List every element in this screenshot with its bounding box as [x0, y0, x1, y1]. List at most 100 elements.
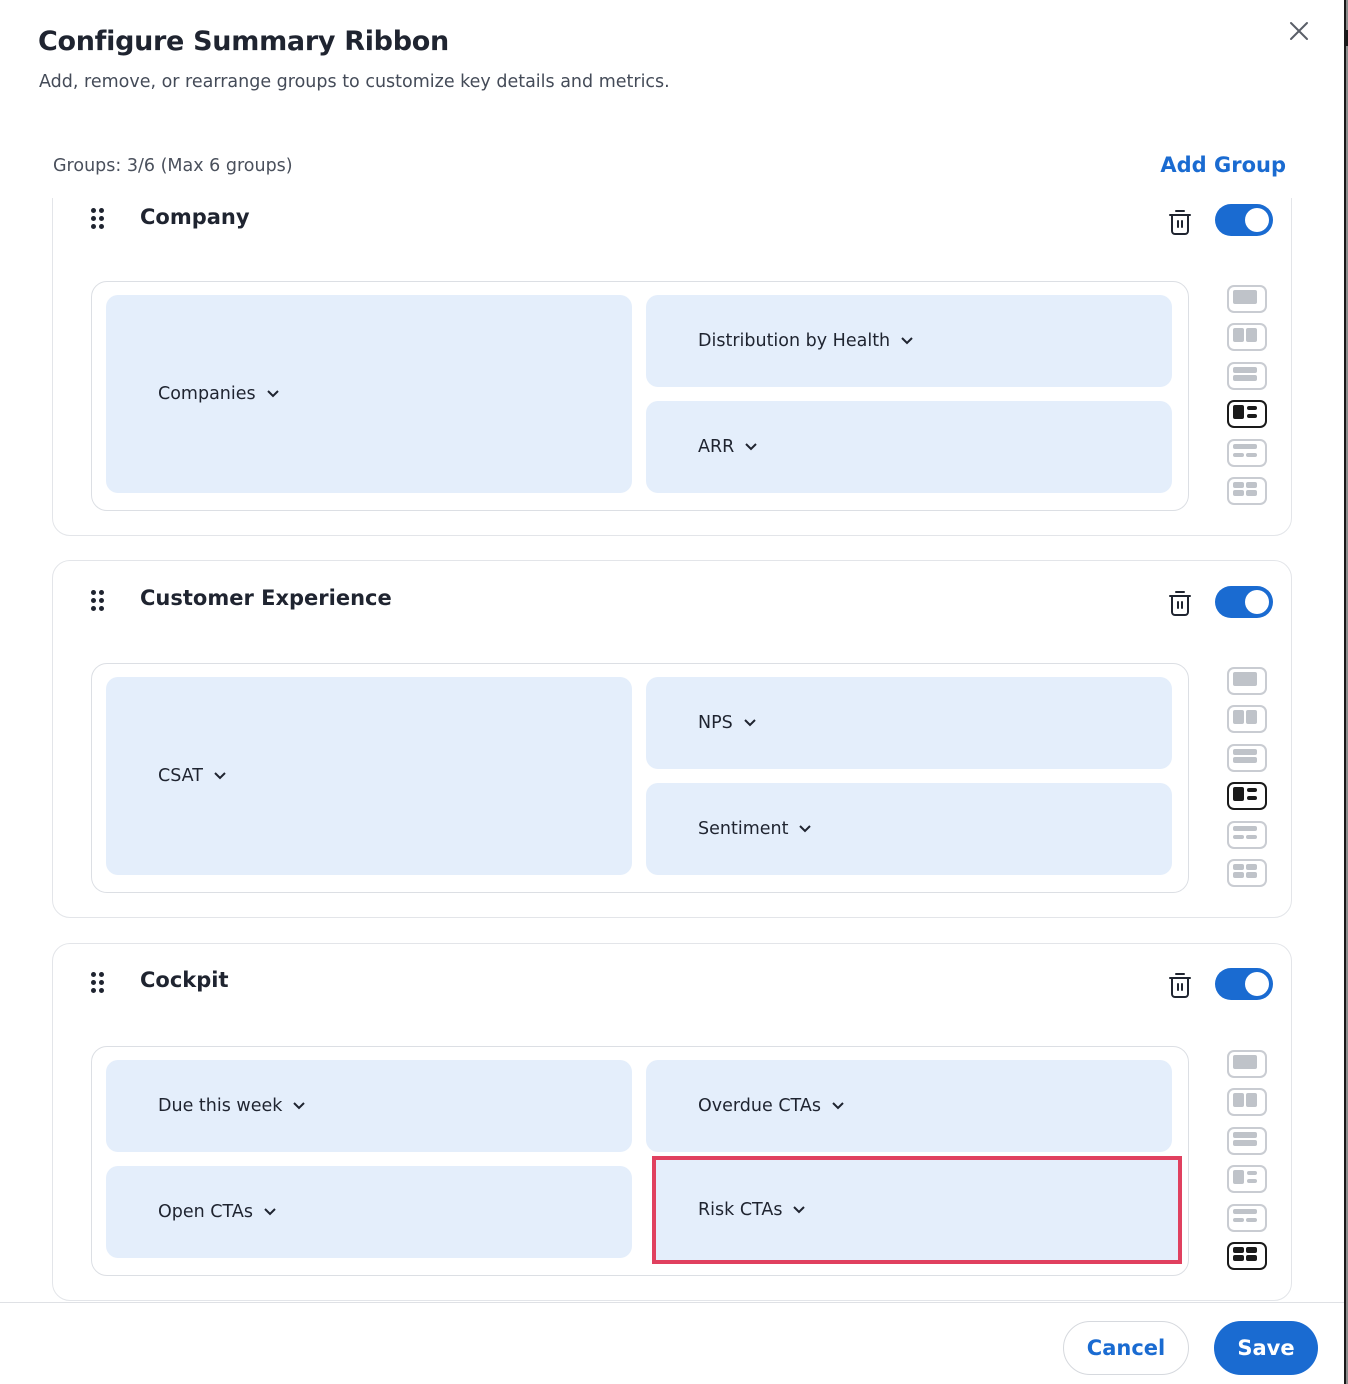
layout-cell: [1233, 1255, 1244, 1261]
layout-cell: [1233, 452, 1244, 457]
layout-cell: [1246, 864, 1257, 870]
trash-icon: [1169, 973, 1191, 998]
groups-list[interactable]: Company Companies Distribution by Health…: [0, 198, 1344, 1302]
metric-tile[interactable]: Companies: [106, 295, 632, 493]
metric-label: CSAT: [158, 766, 203, 786]
chevron-down-icon: [214, 772, 226, 780]
window-edge-notch: [1344, 30, 1348, 46]
group-enabled-toggle[interactable]: [1215, 586, 1273, 618]
group-title: Company: [140, 205, 250, 229]
layout-cell: [1233, 366, 1257, 373]
layout-cell: [1233, 834, 1244, 839]
save-button[interactable]: Save: [1214, 1321, 1318, 1375]
layout-cell: [1233, 672, 1257, 686]
layout-cell: [1233, 374, 1257, 381]
layout-cell: [1247, 406, 1257, 411]
toggle-knob: [1245, 590, 1269, 614]
layout-cell: [1233, 1247, 1244, 1253]
group-enabled-toggle[interactable]: [1215, 968, 1273, 1000]
metric-tile[interactable]: ARR: [646, 401, 1172, 493]
toggle-knob: [1245, 972, 1269, 996]
metric-tile[interactable]: Distribution by Health: [646, 295, 1172, 387]
layout-option-grid-2x2-icon[interactable]: [1227, 1242, 1267, 1270]
metric-tile[interactable]: CSAT: [106, 677, 632, 875]
layout-cell: [1246, 482, 1257, 488]
drag-handle-icon[interactable]: [91, 590, 105, 612]
metric-tile-highlighted[interactable]: Risk CTAs: [652, 1156, 1182, 1264]
layout-cell: [1233, 290, 1257, 304]
layout-cell: [1233, 1093, 1244, 1108]
groups-count: Groups: 3/6 (Max 6 groups): [53, 156, 293, 176]
delete-group-button[interactable]: [1167, 207, 1193, 237]
metric-tile[interactable]: NPS: [646, 677, 1172, 769]
group-card-customer-experience: Customer Experience CSAT NPS Sentiment: [52, 560, 1292, 918]
chevron-down-icon: [901, 337, 913, 345]
metric-label: NPS: [698, 713, 733, 733]
layout-cell: [1246, 1255, 1257, 1261]
layout-option-one-top-two-bottom-icon[interactable]: [1227, 820, 1267, 849]
chevron-down-icon: [745, 443, 758, 451]
metric-tile[interactable]: Overdue CTAs: [646, 1060, 1172, 1152]
layout-option-two-rows-icon[interactable]: [1227, 743, 1267, 772]
group-enabled-toggle[interactable]: [1215, 204, 1273, 236]
layout-option-one-left-two-right-icon[interactable]: [1227, 400, 1267, 429]
layout-option-single-icon[interactable]: [1227, 1050, 1267, 1078]
layout-cell: [1233, 328, 1244, 343]
group-title: Customer Experience: [140, 586, 392, 610]
layout-option-one-left-two-right-icon[interactable]: [1227, 782, 1267, 811]
add-group-button[interactable]: Add Group: [1160, 153, 1286, 177]
layout-cell: [1246, 872, 1257, 878]
chevron-down-icon: [744, 719, 756, 727]
metric-label: Open CTAs: [158, 1202, 253, 1222]
drag-handle-icon[interactable]: [91, 208, 105, 230]
cancel-button[interactable]: Cancel: [1063, 1321, 1189, 1375]
metric-label: Companies: [158, 384, 256, 404]
layout-option-grid-2x2-icon[interactable]: [1227, 859, 1267, 887]
metric-label: Distribution by Health: [698, 331, 891, 351]
layout-cell: [1233, 1170, 1244, 1185]
layout-option-one-left-two-right-icon[interactable]: [1227, 1165, 1267, 1194]
layout-cell: [1233, 443, 1257, 449]
layout-option-grid-2x2-icon[interactable]: [1227, 477, 1267, 505]
layout-cell: [1233, 405, 1244, 420]
layout-option-two-rows-icon[interactable]: [1227, 1126, 1267, 1155]
layout-cell: [1247, 788, 1257, 793]
group-header: Company: [53, 200, 1291, 240]
layout-cell: [1247, 414, 1257, 419]
layout-cell: [1247, 1179, 1257, 1184]
group-layout-preview: Companies Distribution by Health ARR: [91, 281, 1189, 511]
metric-label: Risk CTAs: [698, 1200, 783, 1220]
close-button[interactable]: [1284, 16, 1314, 46]
window-edge: [1344, 0, 1348, 1384]
layout-option-two-columns-icon[interactable]: [1227, 323, 1267, 352]
toggle-knob: [1245, 208, 1269, 232]
layout-cell: [1246, 710, 1257, 725]
layout-option-one-top-two-bottom-icon[interactable]: [1227, 438, 1267, 467]
layout-cell: [1233, 710, 1244, 725]
metric-tile[interactable]: Due this week: [106, 1060, 632, 1152]
drag-handle-icon[interactable]: [91, 972, 105, 994]
metric-tile[interactable]: Open CTAs: [106, 1166, 632, 1258]
layout-cell: [1246, 834, 1257, 839]
layout-option-two-columns-icon[interactable]: [1227, 705, 1267, 734]
delete-group-button[interactable]: [1167, 588, 1193, 618]
chevron-down-icon: [799, 825, 812, 833]
layout-cell: [1233, 1131, 1257, 1138]
group-layout-preview: Due this week Overdue CTAs Open CTAs Ris…: [91, 1046, 1189, 1276]
metric-label: ARR: [698, 437, 735, 457]
layout-cell: [1233, 864, 1244, 870]
configure-summary-ribbon-dialog: Configure Summary Ribbon Add, remove, or…: [0, 0, 1344, 1384]
layout-option-one-top-two-bottom-icon[interactable]: [1227, 1203, 1267, 1232]
metric-tile[interactable]: Sentiment: [646, 783, 1172, 875]
delete-group-button[interactable]: [1167, 970, 1193, 1000]
layout-option-two-rows-icon[interactable]: [1227, 361, 1267, 390]
chevron-down-icon: [832, 1102, 844, 1110]
layout-option-single-icon[interactable]: [1227, 667, 1267, 695]
group-header: Cockpit: [53, 964, 1291, 1004]
layout-option-two-columns-icon[interactable]: [1227, 1088, 1267, 1117]
layout-option-single-icon[interactable]: [1227, 285, 1267, 313]
layout-cell: [1246, 1217, 1257, 1222]
group-title: Cockpit: [140, 968, 229, 992]
layout-cell: [1233, 1217, 1244, 1222]
close-icon: [1290, 22, 1308, 40]
